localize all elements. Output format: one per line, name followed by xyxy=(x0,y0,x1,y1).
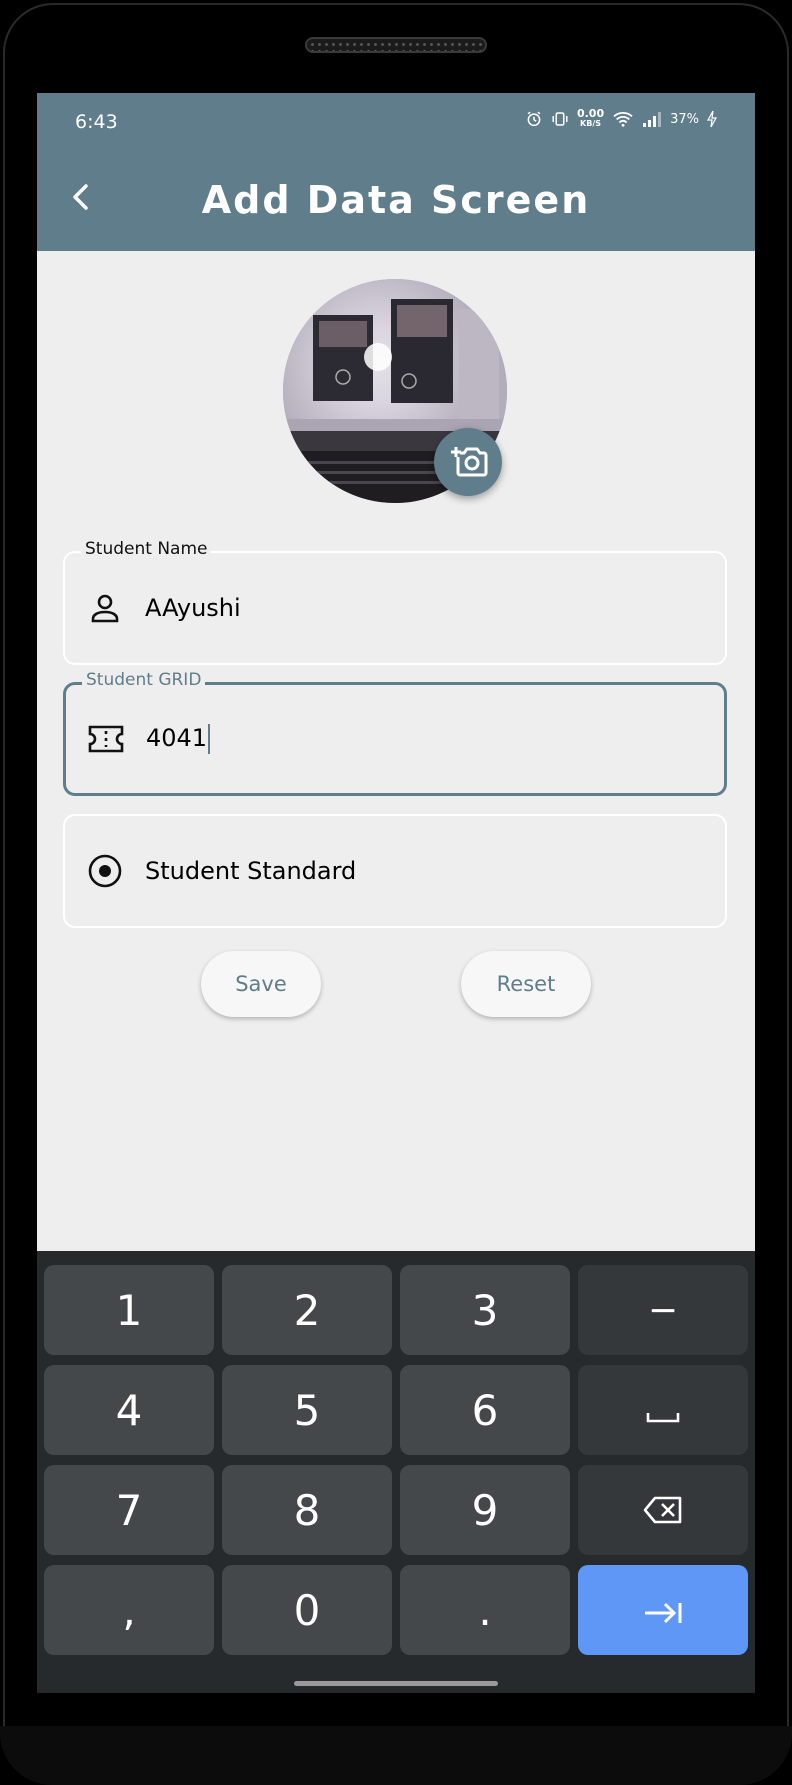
phone-chin xyxy=(0,1726,792,1785)
key-1[interactable]: 1 xyxy=(44,1265,214,1355)
battery-level: 37% xyxy=(670,111,699,127)
phone-frame: 6:43 0.00 KB/S 37% Add Data Screen Stude… xyxy=(0,0,792,1785)
save-button[interactable]: Save xyxy=(201,951,321,1017)
app-screen: 6:43 0.00 KB/S 37% Add Data Screen Stude… xyxy=(37,93,755,1693)
backspace-key[interactable] xyxy=(578,1465,748,1555)
key-minus[interactable]: − xyxy=(578,1265,748,1355)
backspace-icon xyxy=(643,1486,683,1535)
key-6[interactable]: 6 xyxy=(400,1365,570,1455)
key-7[interactable]: 7 xyxy=(44,1465,214,1555)
key-3[interactable]: 3 xyxy=(400,1265,570,1355)
space-icon xyxy=(645,1386,681,1435)
student-grid-field[interactable]: Student GRID 4041 xyxy=(63,670,727,796)
reset-button[interactable]: Reset xyxy=(461,951,591,1017)
key-0[interactable]: 0 xyxy=(222,1565,392,1655)
tab-arrow-icon xyxy=(643,1586,683,1635)
key-9[interactable]: 9 xyxy=(400,1465,570,1555)
key-2[interactable]: 2 xyxy=(222,1265,392,1355)
key-period[interactable]: . xyxy=(400,1565,570,1655)
page-title: Add Data Screen xyxy=(201,178,591,222)
earpiece-speaker xyxy=(305,37,487,53)
status-icons: 0.00 KB/S 37% xyxy=(525,107,717,129)
change-photo-button[interactable] xyxy=(434,428,502,496)
student-name-field[interactable]: Student Name AAyushi xyxy=(63,539,727,665)
key-comma[interactable]: , xyxy=(44,1565,214,1655)
wifi-icon xyxy=(612,110,634,128)
key-5[interactable]: 5 xyxy=(222,1365,392,1455)
student-name-input[interactable]: AAyushi xyxy=(145,594,241,622)
ticket-icon xyxy=(88,721,124,757)
numeric-keyboard: 1 2 3 − 4 5 6 7 8 9 , 0 . xyxy=(37,1251,755,1693)
student-name-label: Student Name xyxy=(81,539,212,559)
student-standard-field[interactable]: Student Standard xyxy=(63,814,727,928)
app-bar: 6:43 0.00 KB/S 37% Add Data Screen xyxy=(37,93,755,251)
status-time: 6:43 xyxy=(75,111,118,133)
key-8[interactable]: 8 xyxy=(222,1465,392,1555)
student-grid-input[interactable]: 4041 xyxy=(146,724,211,754)
person-icon xyxy=(87,590,123,626)
network-speed: 0.00 KB/S xyxy=(576,107,605,128)
charging-icon xyxy=(707,110,717,128)
key-4[interactable]: 4 xyxy=(44,1365,214,1455)
signal-icon xyxy=(642,111,662,127)
text-cursor xyxy=(208,724,211,754)
radio-button-icon xyxy=(87,853,123,889)
student-grid-label: Student GRID xyxy=(82,670,206,690)
space-key[interactable] xyxy=(578,1365,748,1455)
gesture-nav-handle[interactable] xyxy=(294,1681,498,1686)
vibrate-icon xyxy=(551,110,569,128)
next-key[interactable] xyxy=(578,1565,748,1655)
student-standard-value[interactable]: Student Standard xyxy=(145,857,356,885)
alarm-icon xyxy=(525,110,543,128)
add-photo-icon xyxy=(448,441,488,483)
